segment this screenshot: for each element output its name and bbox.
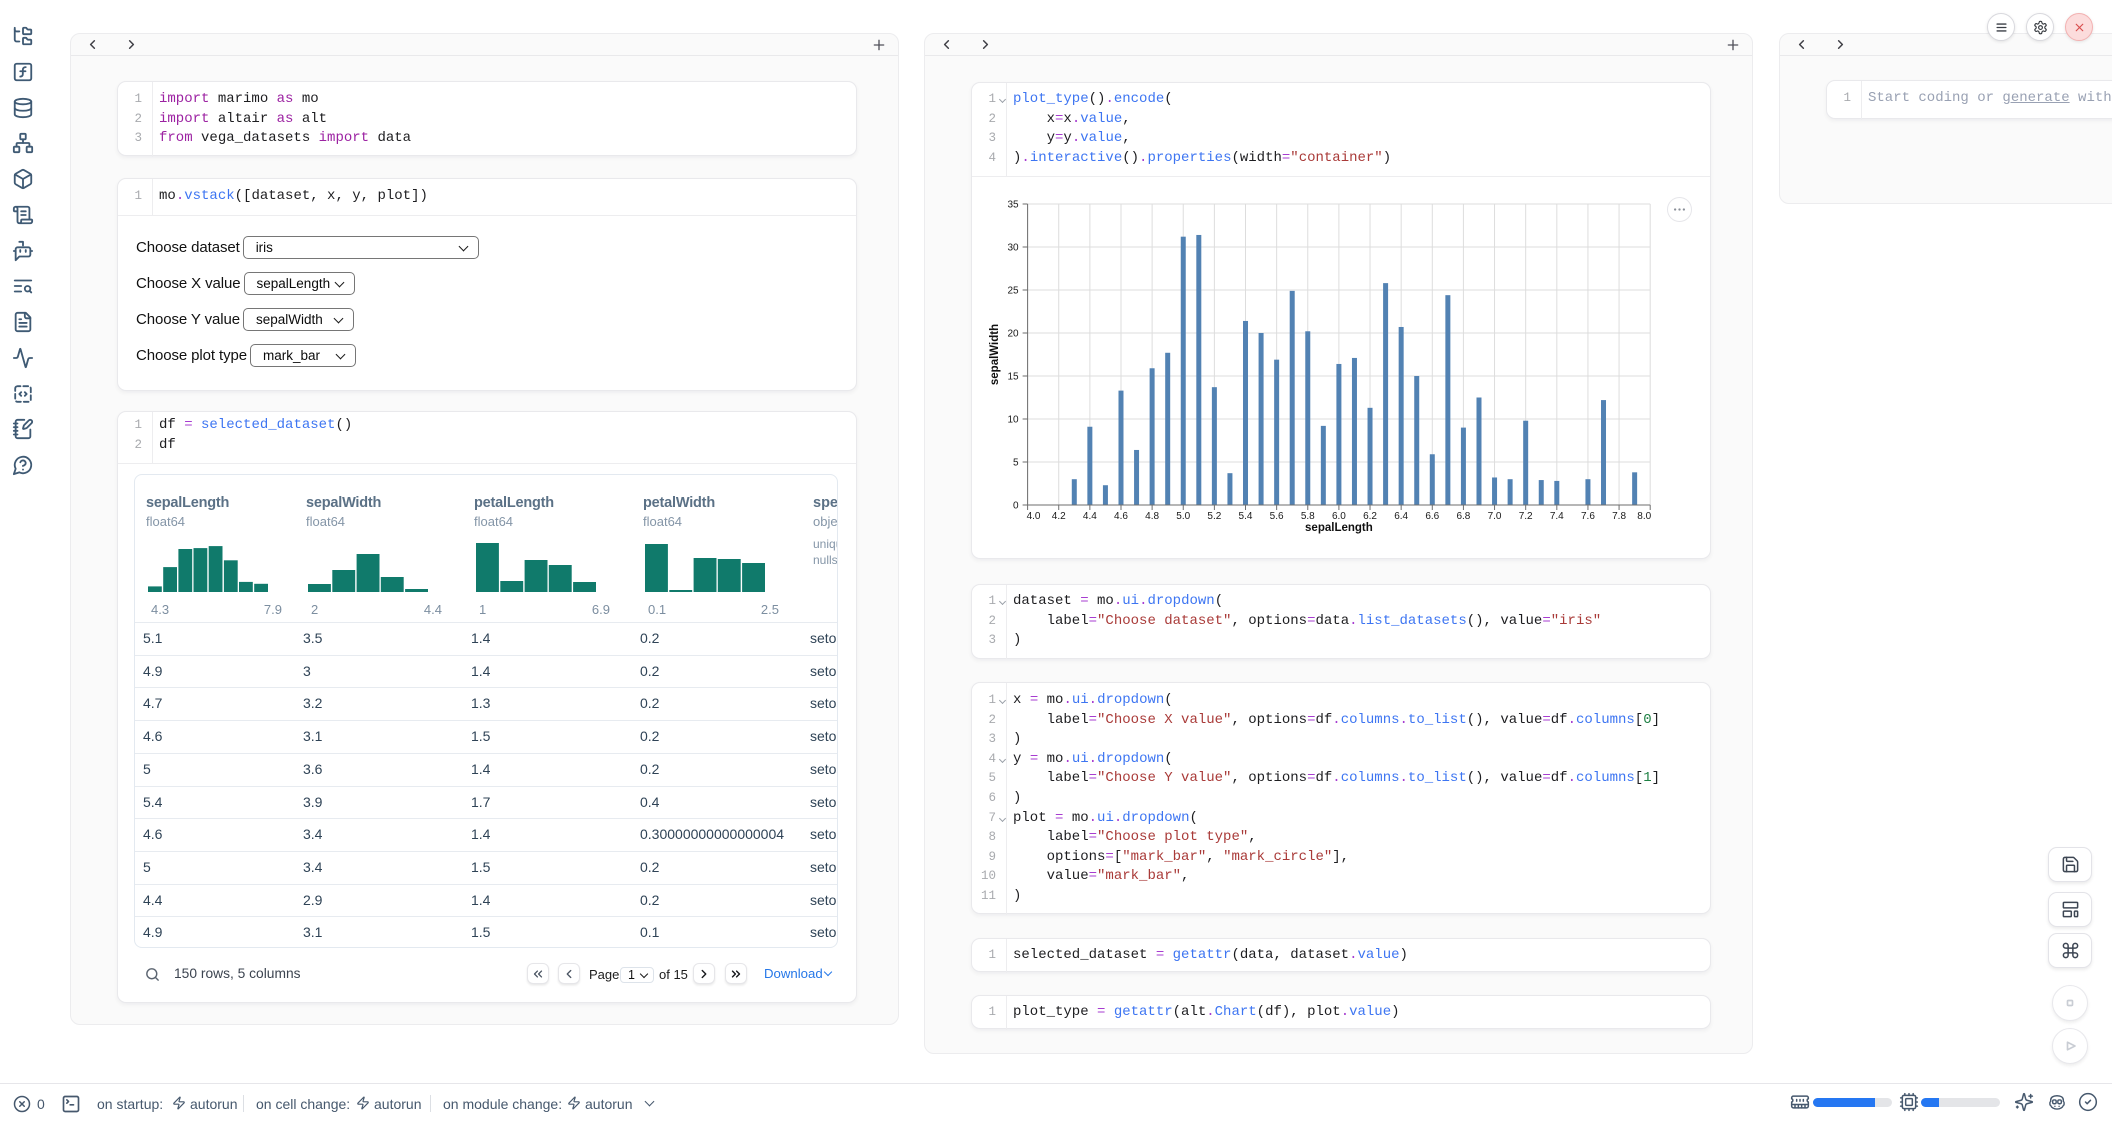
- svg-text:7.0: 7.0: [1488, 511, 1502, 522]
- svg-text:35: 35: [1007, 200, 1019, 211]
- svg-text:30: 30: [1007, 243, 1019, 254]
- svg-text:5.2: 5.2: [1207, 511, 1221, 522]
- svg-text:6.0: 6.0: [1332, 511, 1346, 522]
- svg-text:20: 20: [1007, 329, 1019, 340]
- svg-text:25: 25: [1007, 286, 1019, 297]
- svg-text:4.0: 4.0: [1027, 511, 1041, 522]
- svg-text:5.8: 5.8: [1301, 511, 1315, 522]
- svg-text:6.4: 6.4: [1394, 511, 1408, 522]
- svg-text:7.4: 7.4: [1550, 511, 1564, 522]
- svg-text:5.4: 5.4: [1239, 511, 1253, 522]
- svg-text:4.8: 4.8: [1145, 511, 1159, 522]
- svg-text:6.8: 6.8: [1456, 511, 1470, 522]
- svg-text:5.6: 5.6: [1270, 511, 1284, 522]
- svg-text:7.8: 7.8: [1612, 511, 1626, 522]
- svg-text:sepalWidth: sepalWidth: [989, 324, 1001, 385]
- svg-text:7.2: 7.2: [1519, 511, 1533, 522]
- svg-text:sepalLength: sepalLength: [1305, 522, 1373, 534]
- svg-text:5: 5: [1013, 458, 1019, 469]
- svg-text:7.6: 7.6: [1581, 511, 1595, 522]
- svg-text:6.6: 6.6: [1425, 511, 1439, 522]
- svg-text:4.6: 4.6: [1114, 511, 1128, 522]
- svg-text:8.0: 8.0: [1637, 511, 1651, 522]
- svg-text:10: 10: [1007, 415, 1019, 426]
- svg-text:5.0: 5.0: [1176, 511, 1190, 522]
- svg-text:15: 15: [1007, 372, 1019, 383]
- svg-text:4.4: 4.4: [1083, 511, 1097, 522]
- svg-text:0: 0: [1013, 501, 1019, 512]
- svg-text:6.2: 6.2: [1363, 511, 1377, 522]
- svg-text:4.2: 4.2: [1052, 511, 1066, 522]
